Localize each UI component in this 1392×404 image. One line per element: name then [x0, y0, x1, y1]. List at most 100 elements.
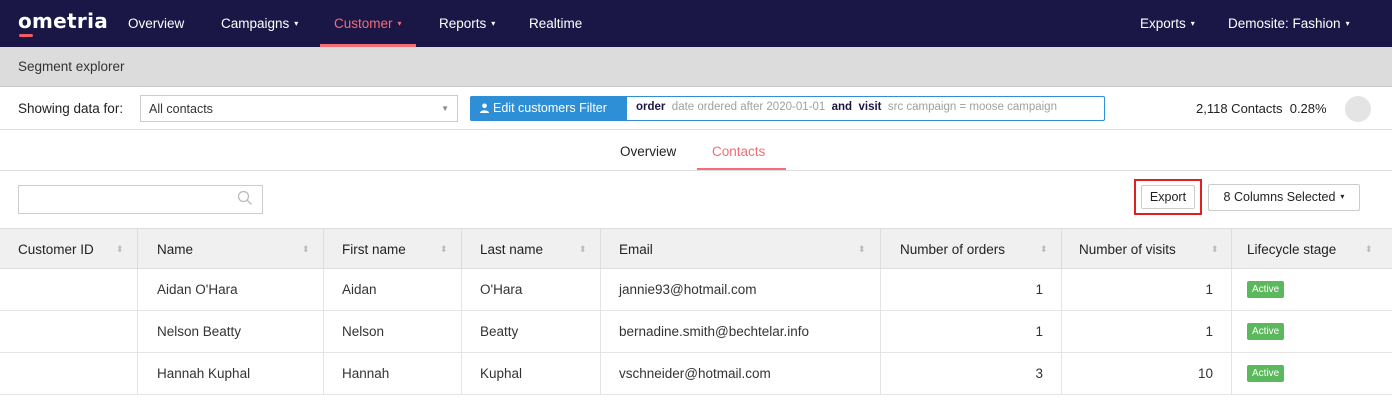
col-label: Last name — [480, 242, 544, 257]
cell-email: vschneider@hotmail.com — [601, 353, 881, 395]
logo-accent — [19, 34, 33, 37]
table-row[interactable]: Hannah Kuphal Hannah Kuphal vschneider@h… — [0, 353, 1392, 395]
filter-clause-text: src campaign = moose campaign — [887, 101, 1057, 113]
nav-campaigns[interactable]: Campaigns ▾ — [221, 0, 298, 47]
nav-site-selector[interactable]: Demosite: Fashion ▾ — [1228, 0, 1350, 47]
nav-reports-label: Reports — [439, 16, 487, 31]
nav-campaigns-label: Campaigns — [221, 16, 290, 31]
filter-joiner: and — [831, 101, 853, 113]
col-customer-id[interactable]: Customer ID ⬍ — [0, 229, 138, 270]
caret-down-icon: ▾ — [1340, 192, 1345, 202]
caret-down-icon: ▾ — [294, 18, 299, 28]
caret-down-icon: ▾ — [1190, 18, 1195, 28]
col-name[interactable]: Name ⬍ — [138, 229, 324, 270]
tab-contacts[interactable]: Contacts — [712, 144, 765, 159]
col-label: Number of visits — [1079, 242, 1176, 257]
filter-clauses: order date ordered after 2020-01-01 and … — [636, 101, 1057, 113]
cell-email: bernadine.smith@bechtelar.info — [601, 311, 881, 353]
cell-email: jannie93@hotmail.com — [601, 269, 881, 311]
contacts-count: 2,118 Contacts 0.28% — [1196, 101, 1327, 116]
top-nav: ometria Overview Campaigns ▾ Customer ▾ Re… — [0, 0, 1392, 47]
contacts-select[interactable]: All contacts ▼ — [140, 95, 458, 122]
page-header: Segment explorer — [0, 47, 1392, 87]
table-row[interactable]: Nelson Beatty Nelson Beatty bernadine.sm… — [0, 311, 1392, 353]
cell-visits: 10 — [1062, 353, 1232, 395]
active-tab-indicator — [697, 168, 786, 170]
cell-orders: 3 — [881, 353, 1062, 395]
columns-selector[interactable]: 8 Columns Selected ▾ — [1208, 184, 1360, 211]
cell-orders: 1 — [881, 311, 1062, 353]
cell-visits: 1 — [1062, 311, 1232, 353]
percent-pie-icon — [1345, 96, 1371, 122]
table-header: Customer ID ⬍ Name ⬍ First name ⬍ Last name… — [0, 228, 1392, 270]
col-last-name[interactable]: Last name ⬍ — [462, 229, 601, 270]
col-lifecycle[interactable]: Lifecycle stage ⬍ — [1232, 229, 1392, 270]
cell-customer-id — [0, 353, 138, 395]
nav-exports-label: Exports — [1140, 16, 1186, 31]
nav-customer[interactable]: Customer ▾ — [320, 0, 416, 47]
cell-last-name: O'Hara — [462, 269, 601, 311]
search-input[interactable] — [18, 185, 263, 214]
table-row[interactable]: Aidan O'Hara Aidan O'Hara jannie93@hotma… — [0, 269, 1392, 311]
user-icon — [480, 103, 489, 113]
contacts-percent: 0.28% — [1289, 101, 1327, 116]
col-label: Number of orders — [900, 242, 1006, 257]
cell-last-name: Beatty — [462, 311, 601, 353]
tabs: Overview Contacts — [0, 131, 1392, 171]
contacts-select-value: All contacts — [149, 102, 213, 116]
cell-lifecycle: Active — [1232, 311, 1392, 353]
sort-icon: ⬍ — [858, 244, 866, 254]
col-label: Customer ID — [18, 242, 94, 257]
sort-icon: ⬍ — [1211, 244, 1219, 254]
cell-first-name: Nelson — [324, 311, 462, 353]
nav-reports[interactable]: Reports ▾ — [439, 0, 495, 47]
caret-down-icon: ▾ — [1345, 18, 1350, 28]
nav-overview-label: Overview — [128, 16, 185, 31]
cell-first-name: Hannah — [324, 353, 462, 395]
sort-icon: ⬍ — [1365, 244, 1373, 254]
cell-first-name: Aidan — [324, 269, 462, 311]
sort-icon: ⬍ — [1040, 244, 1048, 254]
cell-name: Hannah Kuphal — [138, 353, 324, 395]
cell-name: Nelson Beatty — [138, 311, 324, 353]
status-badge: Active — [1247, 281, 1285, 298]
cell-name: Aidan O'Hara — [138, 269, 324, 311]
filter-clause-key: order — [636, 101, 666, 113]
col-label: Lifecycle stage — [1247, 242, 1337, 257]
status-badge: Active — [1247, 365, 1285, 382]
cell-lifecycle: Active — [1232, 269, 1392, 311]
sort-icon: ⬍ — [579, 244, 587, 254]
nav-realtime[interactable]: Realtime — [529, 0, 582, 47]
cell-last-name: Kuphal — [462, 353, 601, 395]
edit-filter-button[interactable]: Edit customers Filter — [470, 96, 627, 121]
filter-clause-text: date ordered after 2020-01-01 — [671, 101, 826, 113]
filter-clause-key: visit — [858, 101, 882, 113]
col-first-name[interactable]: First name ⬍ — [324, 229, 462, 270]
nav-customer-label: Customer — [334, 16, 393, 31]
export-button[interactable]: Export — [1141, 185, 1195, 209]
nav-exports[interactable]: Exports ▾ — [1140, 0, 1195, 47]
ometria-logo[interactable]: ometria — [18, 9, 108, 33]
nav-overview[interactable]: Overview — [128, 0, 184, 47]
tab-overview[interactable]: Overview — [620, 144, 676, 159]
caret-down-icon: ▼ — [441, 104, 449, 113]
page-title: Segment explorer — [18, 59, 125, 74]
sort-icon: ⬍ — [302, 244, 310, 254]
col-label: Email — [619, 242, 653, 257]
sort-icon: ⬍ — [440, 244, 448, 254]
nav-realtime-label: Realtime — [529, 16, 583, 31]
col-email[interactable]: Email ⬍ — [601, 229, 881, 270]
nav-site-label: Demosite: Fashion — [1228, 16, 1341, 31]
cell-visits: 1 — [1062, 269, 1232, 311]
col-orders[interactable]: Number of orders ⬍ — [881, 229, 1062, 270]
contacts-total: 2,118 Contacts — [1196, 101, 1283, 116]
sort-icon: ⬍ — [116, 244, 124, 254]
edit-filter-label: Edit customers Filter — [493, 101, 607, 115]
search-icon — [237, 190, 252, 205]
columns-selector-label: 8 Columns Selected — [1223, 190, 1336, 204]
col-label: Name — [157, 242, 194, 257]
col-visits[interactable]: Number of visits ⬍ — [1062, 229, 1232, 270]
caret-down-icon: ▾ — [491, 18, 496, 28]
cell-customer-id — [0, 311, 138, 353]
cell-lifecycle: Active — [1232, 353, 1392, 395]
